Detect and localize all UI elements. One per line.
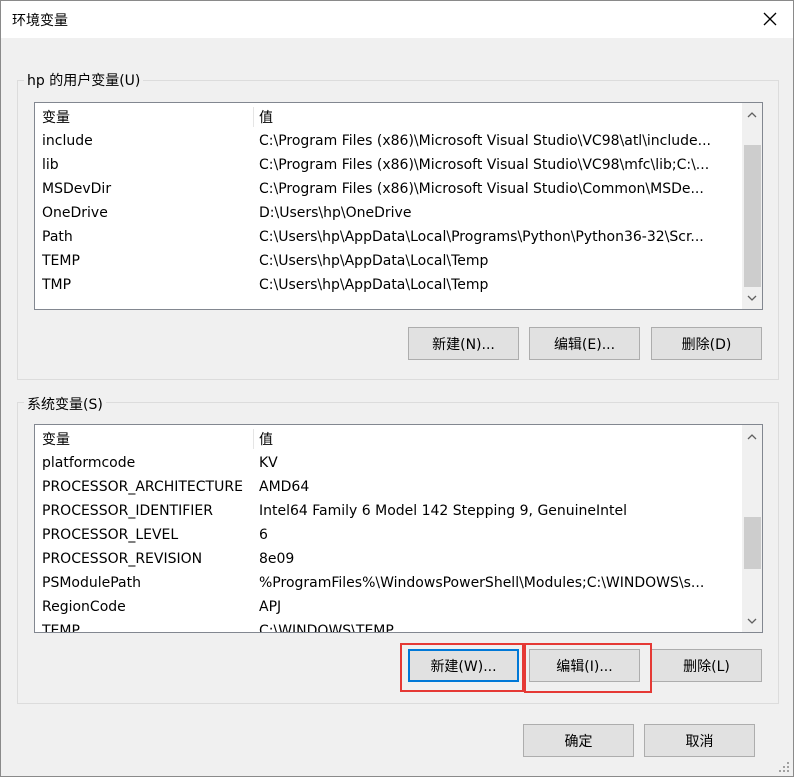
- title-bar: 环境变量: [1, 1, 793, 38]
- variable-value: 8e09: [259, 551, 295, 567]
- table-row[interactable]: TMP C:\Users\hp\AppData\Local\Temp: [35, 275, 741, 299]
- system-variables-header: 变量 值: [35, 425, 741, 451]
- column-divider[interactable]: [253, 107, 254, 127]
- variable-value: Intel64 Family 6 Model 142 Stepping 9, G…: [259, 503, 628, 519]
- column-divider[interactable]: [253, 429, 254, 449]
- table-row[interactable]: TEMP C:\Users\hp\AppData\Local\Temp: [35, 251, 741, 275]
- variable-name: Path: [42, 229, 73, 245]
- user-variables-label: hp 的用户变量(U): [24, 70, 144, 90]
- variable-name: PROCESSOR_IDENTIFIER: [42, 503, 213, 519]
- user-variables-list[interactable]: 变量 值 include C:\Program Files (x86)\Micro…: [34, 102, 763, 310]
- variable-name: OneDrive: [42, 205, 108, 221]
- variable-value: C:\Program Files (x86)\Microsoft Visual …: [259, 133, 711, 149]
- chevron-down-icon: [747, 618, 757, 624]
- table-row[interactable]: include C:\Program Files (x86)\Microsoft …: [35, 131, 741, 155]
- table-row[interactable]: PROCESSOR_ARCHITECTURE AMD64: [35, 477, 741, 501]
- variable-value: APJ: [259, 599, 282, 615]
- table-row[interactable]: OneDrive D:\Users\hp\OneDrive: [35, 203, 741, 227]
- system-variables-label: 系统变量(S): [24, 394, 106, 414]
- dialog-title: 环境变量: [12, 13, 68, 29]
- edit-button-highlight-box: [524, 643, 652, 693]
- scroll-down-button[interactable]: [742, 288, 762, 308]
- variable-name: TEMP: [42, 253, 80, 269]
- variable-value: AMD64: [259, 479, 310, 495]
- variable-name: TEMP: [42, 623, 80, 633]
- variable-value: C:\Users\hp\AppData\Local\Programs\Pytho…: [259, 229, 704, 245]
- user-new-button[interactable]: 新建(N)...: [408, 327, 519, 360]
- close-button[interactable]: [755, 5, 785, 33]
- column-header-value[interactable]: 值: [259, 429, 273, 449]
- resize-grip-icon[interactable]: [778, 761, 790, 773]
- environment-variables-dialog: 环境变量 hp 的用户变量(U) 变量 值 include C:\Program …: [0, 0, 794, 777]
- table-row[interactable]: platformcode KV: [35, 453, 741, 477]
- system-variables-scrollbar[interactable]: [742, 425, 762, 632]
- table-row[interactable]: PROCESSOR_IDENTIFIER Intel64 Family 6 Mod…: [35, 501, 741, 525]
- table-row[interactable]: PROCESSOR_REVISION 8e09: [35, 549, 741, 573]
- chevron-down-icon: [747, 295, 757, 301]
- chevron-up-icon: [747, 434, 757, 440]
- variable-value: D:\Users\hp\OneDrive: [259, 205, 412, 221]
- variable-value: C:\Program Files (x86)\Microsoft Visual …: [259, 181, 704, 197]
- user-variables-scrollbar[interactable]: [742, 103, 762, 309]
- scroll-down-button[interactable]: [742, 611, 762, 631]
- table-row[interactable]: lib C:\Program Files (x86)\Microsoft Visu…: [35, 155, 741, 179]
- cancel-button[interactable]: 取消: [644, 724, 755, 757]
- user-delete-button[interactable]: 删除(D): [651, 327, 762, 360]
- system-variables-list[interactable]: 变量 值 platformcode KV PROCESSOR_ARCHITECTUR…: [34, 424, 763, 633]
- variable-value: C:\Program Files (x86)\Microsoft Visual …: [259, 157, 710, 173]
- variable-name: PROCESSOR_REVISION: [42, 551, 203, 567]
- chevron-up-icon: [747, 112, 757, 118]
- column-header-value[interactable]: 值: [259, 107, 273, 127]
- variable-value: C:\Users\hp\AppData\Local\Temp: [259, 253, 489, 269]
- variable-name: RegionCode: [42, 599, 126, 615]
- table-row[interactable]: RegionCode APJ: [35, 597, 741, 621]
- scroll-up-button[interactable]: [742, 105, 762, 125]
- user-edit-button[interactable]: 编辑(E)...: [529, 327, 640, 360]
- variable-name: TMP: [42, 277, 72, 293]
- table-row[interactable]: PSModulePath %ProgramFiles%\WindowsPowerS…: [35, 573, 741, 597]
- variable-name: PROCESSOR_LEVEL: [42, 527, 179, 543]
- column-header-name[interactable]: 变量: [42, 107, 70, 127]
- variable-name: PROCESSOR_ARCHITECTURE: [42, 479, 243, 495]
- table-row[interactable]: TEMP C:\WINDOWS\TEMP: [35, 621, 741, 633]
- variable-name: MSDevDir: [42, 181, 112, 197]
- system-delete-button[interactable]: 删除(L): [651, 649, 762, 682]
- user-variables-header: 变量 值: [35, 103, 741, 129]
- table-row[interactable]: PROCESSOR_LEVEL 6: [35, 525, 741, 549]
- variable-name: lib: [42, 157, 59, 173]
- scroll-up-button[interactable]: [742, 427, 762, 447]
- ok-button[interactable]: 确定: [523, 724, 634, 757]
- variable-name: PSModulePath: [42, 575, 141, 591]
- table-row[interactable]: MSDevDir C:\Program Files (x86)\Microsoft…: [35, 179, 741, 203]
- variable-value: C:\Users\hp\AppData\Local\Temp: [259, 277, 489, 293]
- variable-value: 6: [259, 527, 268, 543]
- table-row[interactable]: Path C:\Users\hp\AppData\Local\Programs\P…: [35, 227, 741, 251]
- new-button-highlight-box: [400, 643, 524, 692]
- scroll-thumb[interactable]: [744, 145, 761, 287]
- scroll-thumb[interactable]: [744, 517, 761, 569]
- variable-name: include: [42, 133, 93, 149]
- variable-name: platformcode: [42, 455, 136, 471]
- column-header-name[interactable]: 变量: [42, 429, 70, 449]
- variable-value: C:\WINDOWS\TEMP: [259, 623, 394, 633]
- close-icon: [763, 12, 777, 26]
- variable-value: %ProgramFiles%\WindowsPowerShell\Modules…: [259, 575, 705, 591]
- variable-value: KV: [259, 455, 278, 471]
